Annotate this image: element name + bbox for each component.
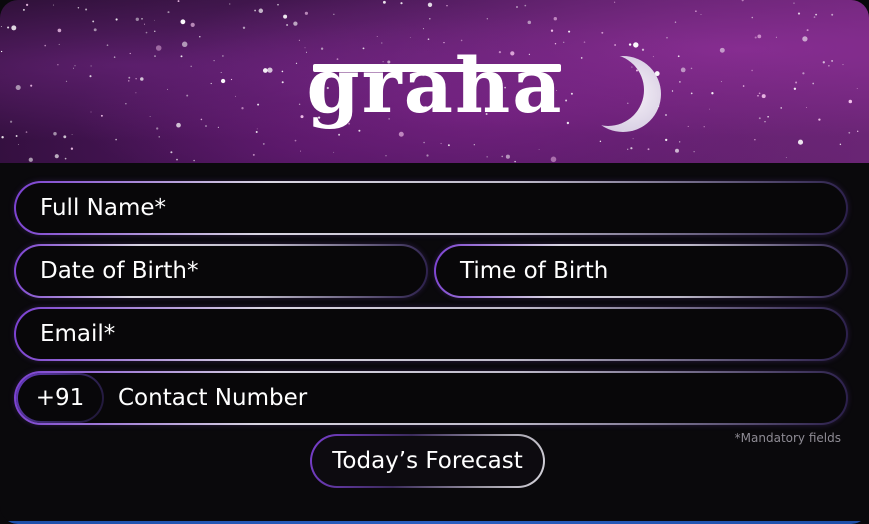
time-of-birth-placeholder: Time of Birth [460, 258, 609, 284]
todays-forecast-button[interactable]: Today’s Forecast [310, 434, 545, 488]
full-name-field[interactable]: Full Name* [14, 181, 848, 235]
forecast-card: graha Full Name* Date of Birth* Time of … [0, 0, 869, 524]
full-name-placeholder: Full Name* [40, 195, 166, 221]
date-of-birth-placeholder: Date of Birth* [40, 258, 199, 284]
brand-logo: graha [306, 41, 564, 130]
email-field[interactable]: Email* [14, 307, 848, 361]
crescent-moon-icon [585, 56, 661, 132]
email-placeholder: Email* [40, 321, 116, 347]
date-of-birth-field[interactable]: Date of Birth* [14, 244, 428, 298]
contact-number-field[interactable]: +91 Contact Number [14, 371, 848, 425]
country-code-selector[interactable]: +91 [16, 373, 104, 423]
mandatory-fields-note: *Mandatory fields [734, 431, 841, 445]
contact-number-placeholder: Contact Number [118, 385, 308, 411]
night-sky-banner: graha [0, 0, 869, 163]
time-of-birth-field[interactable]: Time of Birth [434, 244, 848, 298]
